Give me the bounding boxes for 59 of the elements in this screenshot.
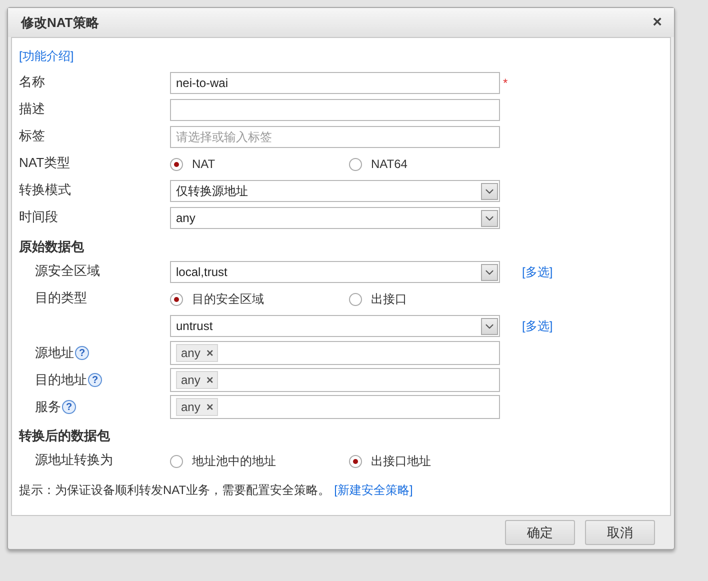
field-label: 源安全区域 xyxy=(34,262,101,280)
field-label: 描述 xyxy=(19,100,46,118)
radio-button[interactable] xyxy=(349,158,362,170)
intro-link[interactable]: [功能介绍] xyxy=(19,48,74,64)
chevron-down-icon xyxy=(481,264,498,280)
remove-tag-button[interactable]: × xyxy=(206,400,214,414)
close-button[interactable]: × xyxy=(652,14,662,32)
radio-option[interactable]: 出接口 xyxy=(349,290,528,308)
tag: any × xyxy=(176,344,218,362)
radio-button[interactable] xyxy=(170,454,183,468)
select-field[interactable]: 仅转换源地址 xyxy=(170,180,500,202)
multi-select-link[interactable]: [多选] xyxy=(522,264,553,278)
chevron-down-icon xyxy=(481,318,498,334)
radio-button[interactable] xyxy=(349,454,362,468)
remove-tag-button[interactable]: × xyxy=(206,373,214,387)
field-label: 源地址 xyxy=(35,344,74,362)
field-label: 名称 xyxy=(19,73,46,91)
radio-option[interactable]: 目的安全区域 xyxy=(170,290,349,308)
field-label: NAT类型 xyxy=(19,154,72,172)
field-label: 源地址转换为 xyxy=(34,451,114,469)
remove-tag-button[interactable]: × xyxy=(206,346,214,360)
required-mark: * xyxy=(503,76,508,90)
ok-button[interactable]: 确定 xyxy=(505,520,575,545)
help-icon[interactable]: ? xyxy=(88,373,102,387)
help-icon[interactable]: ? xyxy=(62,400,76,414)
cancel-button[interactable]: 取消 xyxy=(585,520,655,545)
section-heading: 转换后的数据包 xyxy=(19,427,110,445)
select-field[interactable]: any xyxy=(170,207,500,229)
radio-option[interactable]: 出接口地址 xyxy=(349,452,528,470)
input-field[interactable] xyxy=(170,99,500,121)
chevron-down-icon xyxy=(481,182,498,200)
tag-input-field[interactable]: any × xyxy=(170,341,500,365)
select-field[interactable]: untrust xyxy=(170,315,500,337)
tag: any × xyxy=(176,398,218,416)
radio-button[interactable] xyxy=(170,158,183,170)
select-field[interactable]: local,trust xyxy=(170,261,500,283)
input-field[interactable]: nei-to-wai xyxy=(170,72,500,94)
field-label: 时间段 xyxy=(19,208,59,226)
hint-text: 提示：为保证设备顺利转发NAT业务，需要配置安全策略。 xyxy=(19,482,330,498)
radio-button[interactable] xyxy=(349,292,362,306)
input-field[interactable]: 请选择或输入标签 xyxy=(170,126,500,148)
field-label: 目的地址 xyxy=(35,371,87,389)
section-heading: 原始数据包 xyxy=(19,238,84,256)
field-label: 服务 xyxy=(35,398,61,416)
radio-button[interactable] xyxy=(170,292,183,306)
field-label: 目的类型 xyxy=(34,289,88,307)
radio-option[interactable]: 地址池中的地址 xyxy=(170,452,349,470)
tag-input-field[interactable]: any × xyxy=(170,395,500,419)
field-label: 转换模式 xyxy=(19,181,72,199)
tag-input-field[interactable]: any × xyxy=(170,368,500,392)
chevron-down-icon xyxy=(481,210,498,226)
tag: any × xyxy=(176,371,218,389)
multi-select-link[interactable]: [多选] xyxy=(522,318,553,332)
help-icon[interactable]: ? xyxy=(75,346,89,360)
field-label: 标签 xyxy=(19,127,46,145)
radio-option[interactable]: NAT64 xyxy=(349,157,528,171)
new-policy-link[interactable]: [新建安全策略] xyxy=(334,478,413,498)
window-title: 修改NAT策略 xyxy=(21,14,99,32)
radio-option[interactable]: NAT xyxy=(170,157,349,171)
